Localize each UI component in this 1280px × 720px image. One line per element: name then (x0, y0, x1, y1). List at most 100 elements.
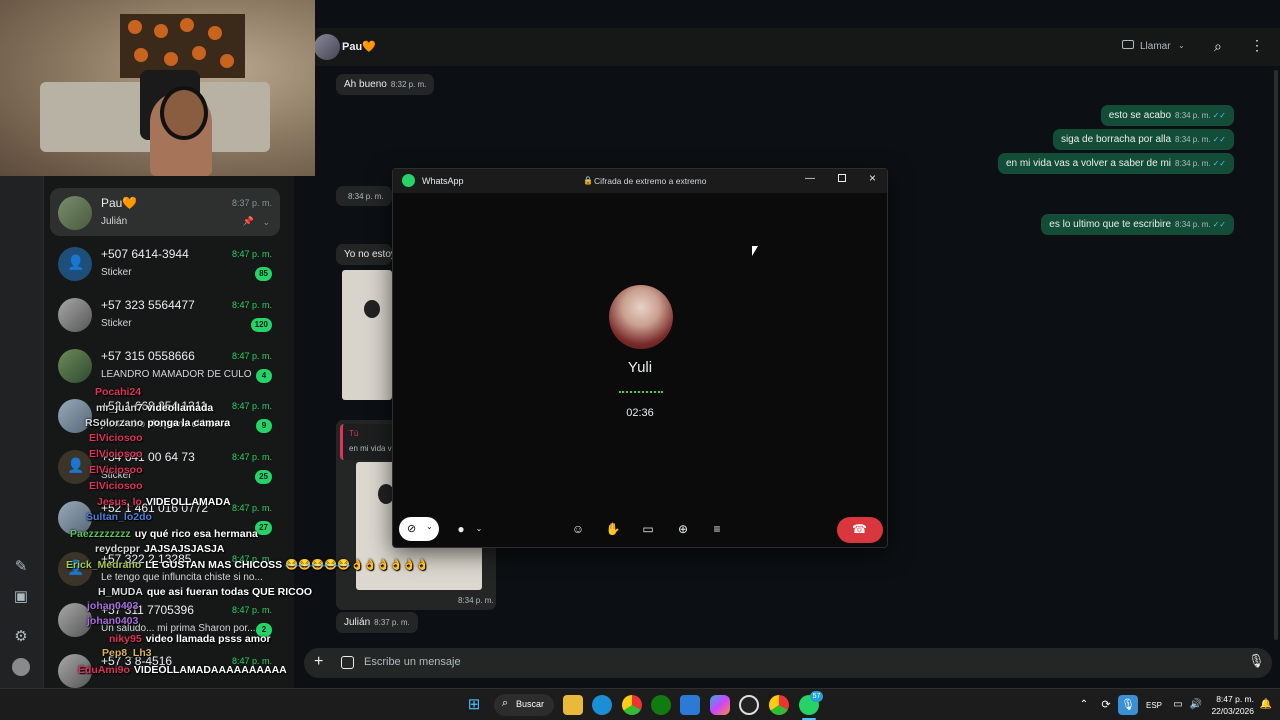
end-call-icon: ☎ (852, 522, 867, 536)
tray-chevron-icon[interactable]: ⌃ (1074, 695, 1094, 715)
video-call-icon[interactable] (1122, 40, 1134, 49)
sticker-icon[interactable] (341, 656, 354, 669)
stream-chat-message: reydcppr JAJSAJSJASJA (95, 543, 224, 555)
message-input[interactable]: Escribe un mensaje (364, 656, 461, 668)
menu-dots-icon[interactable]: ⋮ (1250, 37, 1264, 54)
stream-chat-text: VIDEOLLAMADA (145, 496, 231, 508)
stream-chat-text: JAJSAJSJASJA (143, 543, 225, 555)
media-icon[interactable]: ▣ (12, 588, 30, 606)
profile-avatar[interactable] (12, 658, 30, 676)
copilot-icon[interactable] (710, 695, 730, 715)
stream-chat-message: mr_juan7 videollamada (96, 402, 213, 414)
stream-chat-user: ElViciosoo (89, 480, 143, 492)
stream-chat-text: videollamada (146, 402, 214, 414)
chat-list-item[interactable]: +34 641 00 64 738:47 p. m.Sticker25 (50, 442, 280, 490)
xbox-icon[interactable] (651, 695, 671, 715)
maximize-icon[interactable] (838, 174, 846, 182)
message-out[interactable]: es lo ultimo que te escribire 8:34 p. m. ✓… (1041, 214, 1234, 235)
clock-date[interactable]: 22/03/2026 (1200, 706, 1254, 716)
chrome-profile-icon[interactable] (769, 695, 789, 715)
end-call-button[interactable]: ☎ (837, 517, 883, 543)
minimize-icon[interactable]: — (805, 173, 815, 184)
clock-time[interactable]: 8:47 p. m. (1208, 694, 1254, 704)
stream-chat-user: H_MUDA (98, 586, 143, 598)
chat-scrollbar[interactable] (1274, 70, 1278, 640)
mouse-cursor (752, 246, 758, 256)
chat-list-item[interactable]: Pau🧡 8:37 p. m. Julián 📌 ⌄ (50, 188, 280, 236)
chat-time: 8:47 p. m. (231, 452, 272, 462)
photos-icon[interactable] (680, 695, 700, 715)
message-in[interactable]: Julián 8:37 p. m. (336, 612, 418, 633)
message-out[interactable]: esto se acabo 8:34 p. m. ✓✓ (1100, 105, 1234, 126)
stream-chat-message: ElViciosoo (89, 464, 147, 476)
chat-list-item[interactable]: +57 315 0558666 8:47 p. m. LEANDRO MAMADOR… (50, 341, 280, 389)
chat-time: 8:47 p. m. (231, 351, 272, 361)
stream-chat-user: ElViciosoo (89, 432, 143, 444)
search-box[interactable]: ⌕ Buscar (494, 694, 554, 716)
audio-level-indicator (619, 391, 663, 393)
chat-list-item[interactable]: +57 323 5564477 8:47 p. m. Sticker 120 (50, 290, 280, 338)
message-out[interactable]: en mi vida vas a volver a saber de mi 8:3… (997, 153, 1234, 174)
stream-chat-message: Sultan_lo2do (86, 511, 156, 523)
webcam-overlay (0, 0, 315, 176)
voice-mic-icon[interactable]: 🎙 (1248, 653, 1265, 669)
unread-badge: 25 (255, 470, 272, 484)
contact-avatar[interactable] (314, 34, 340, 60)
start-icon[interactable]: ⊞ (464, 695, 484, 715)
stream-chat-message: Pep8_Lh3 (102, 647, 156, 659)
status-icon[interactable]: ✎ (12, 558, 30, 576)
stream-chat-user: ElViciosoo (89, 448, 143, 460)
tray-mic-icon[interactable]: 🎙 (1118, 695, 1138, 715)
message-in[interactable]: Yo no estoy (336, 244, 396, 265)
chat-time: 8:47 p. m. (231, 401, 272, 411)
file-explorer-icon[interactable] (563, 695, 583, 715)
read-ticks-icon: ✓✓ (1212, 220, 1226, 229)
call-window: WhatsApp 🔒 Cifrada de extremo a extremo … (392, 168, 888, 548)
chat-time: 8:47 p. m. (231, 300, 272, 310)
chat-preview: Sticker (101, 267, 132, 278)
search-icon[interactable]: ⌕ (1214, 38, 1222, 55)
callee-avatar (609, 285, 673, 349)
captions-icon[interactable]: ≡ (703, 518, 731, 540)
stream-chat-text: video llamada psss amor (145, 633, 271, 645)
message-in[interactable]: 8:34 p. m. (336, 186, 392, 206)
chat-preview: Le tengo que influncita chiste si no... (101, 572, 263, 583)
image-attachment[interactable] (342, 270, 392, 400)
message-in[interactable]: Ah bueno 8:32 p. m. (336, 74, 435, 95)
avatar (58, 196, 92, 230)
quote-author: Tú (349, 429, 359, 438)
message-out[interactable]: siga de borracha por alla 8:34 p. m. ✓✓ (1052, 129, 1234, 150)
lock-icon: 🔒 (583, 176, 593, 185)
chrome-icon[interactable] (622, 695, 642, 715)
chevron-down-icon[interactable]: ⌄ (1178, 41, 1185, 50)
obs-icon[interactable] (739, 695, 759, 715)
close-icon[interactable]: × (869, 171, 876, 185)
chevron-down-icon[interactable]: ⌄ (465, 518, 493, 540)
emoji-icon[interactable]: ☺ (564, 518, 592, 540)
network-icon[interactable]: ▭ (1168, 695, 1188, 715)
tray-app-icon[interactable]: ⟳ (1096, 695, 1116, 715)
contact-name[interactable]: Pau🧡 (342, 40, 376, 53)
avatar (58, 298, 92, 332)
plus-icon[interactable]: + (314, 653, 323, 671)
language-indicator[interactable]: ESP (1146, 701, 1162, 710)
chat-list-item[interactable]: +52 1 668 254 1311 8:47 p. m. jhon hairo c… (50, 391, 280, 439)
pin-icon: 📌 (242, 216, 254, 226)
chevron-down-icon[interactable]: ⌄ (262, 217, 270, 228)
stream-chat-message: Paezzzzzzzz uy qué rico esa hermana (70, 528, 258, 540)
call-button[interactable]: Llamar (1140, 41, 1171, 52)
notification-icon[interactable]: 🔔 (1256, 695, 1276, 715)
add-person-icon[interactable]: ⊕ (669, 518, 697, 540)
settings-icon[interactable]: ⚙ (12, 628, 30, 646)
chat-name: Pau🧡 (101, 196, 138, 210)
screen-share-icon[interactable]: ▭ (634, 518, 662, 540)
stream-chat-message: EduAmi9o VIDEOLLAMADAAAAAAAAAA (78, 664, 287, 676)
edge-icon[interactable] (592, 695, 612, 715)
raise-hand-icon[interactable]: ✋ (599, 518, 627, 540)
stream-chat-message: H_MUDA que asi fueran todas QUE RICOO (98, 586, 312, 598)
camera-toggle-button[interactable]: ⊘ ⌄ (399, 517, 439, 541)
chevron-down-icon: ⌄ (426, 522, 433, 531)
chat-list-item[interactable]: +507 6414-3944 8:47 p. m. Sticker 85 (50, 239, 280, 287)
stream-chat-user: Pocahi24 (95, 386, 142, 398)
stream-chat-text: uy qué rico esa hermana (134, 528, 258, 540)
